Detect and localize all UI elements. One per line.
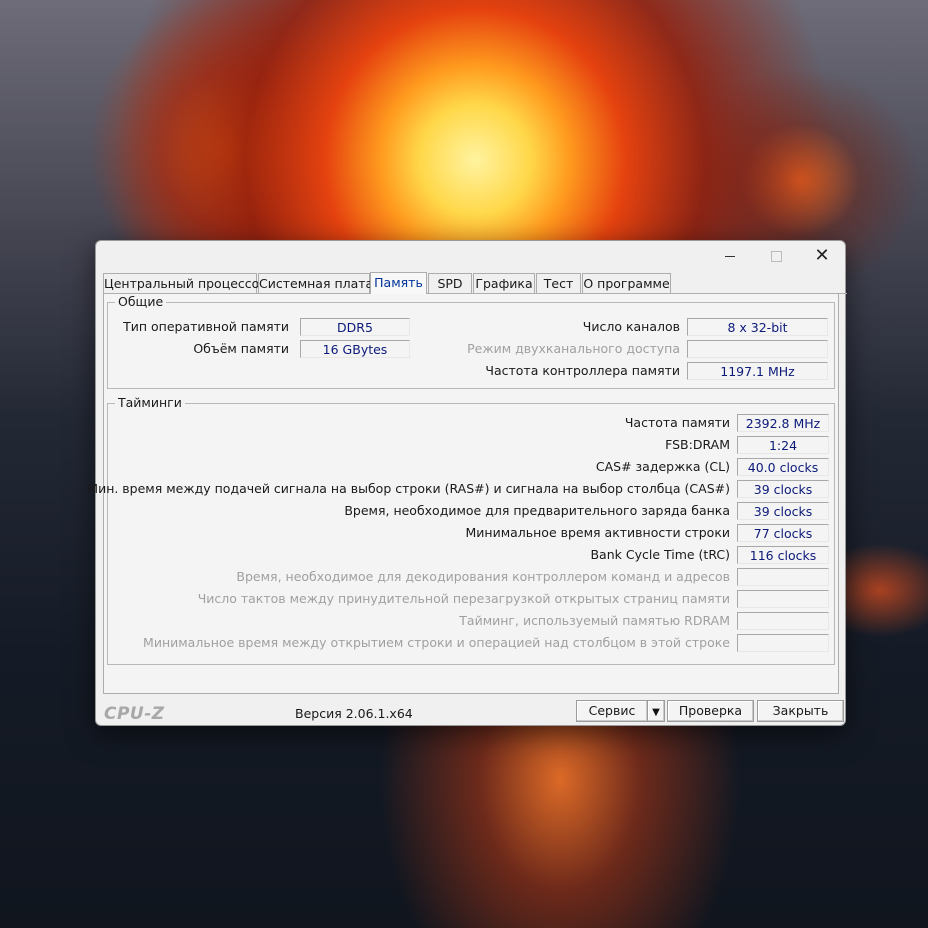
- timing-row-value: 116 clocks: [737, 546, 829, 564]
- controller-freq-label: Частота контроллера памяти: [485, 363, 680, 378]
- close-window-button[interactable]: ✕: [799, 241, 845, 271]
- timing-row-label: CAS# задержка (CL): [595, 459, 730, 474]
- chevron-down-icon: ▼: [652, 707, 660, 718]
- tab-spd[interactable]: SPD: [428, 273, 472, 293]
- mem-size-value: 16 GBytes: [300, 340, 410, 358]
- close-button[interactable]: Закрыть: [757, 700, 844, 722]
- mem-size-label: Объём памяти: [193, 341, 289, 356]
- mem-type-value: DDR5: [300, 318, 410, 336]
- timing-row-label: Время, необходимое для предварительного …: [344, 503, 730, 518]
- timing-row-label: Минимальное время активности строки: [465, 525, 730, 540]
- memory-panel: Общие Тип оперативной памяти DDR5 Объём …: [87, 294, 839, 694]
- timing-row-label: Время, необходимое для декодирования кон…: [236, 569, 730, 584]
- tab-bench[interactable]: Тест: [536, 273, 581, 293]
- footer-bar: CPU-Z Версия 2.06.1.x64 Сервис ▼ Проверк…: [96, 696, 847, 726]
- channels-label: Число каналов: [582, 319, 680, 334]
- validate-button[interactable]: Проверка: [667, 700, 754, 722]
- timing-row-label: Число тактов между принудительной переза…: [197, 591, 730, 606]
- timing-row-value: [737, 590, 829, 608]
- tab-graphics[interactable]: Графика: [473, 273, 535, 293]
- maximize-button[interactable]: [753, 241, 799, 271]
- controller-freq-value: 1197.1 MHz: [687, 362, 828, 380]
- timing-row-value: [737, 634, 829, 652]
- timing-row-label: Тайминг, используемый памятью RDRAM: [459, 613, 730, 628]
- timing-row-label: FSB:DRAM: [665, 437, 730, 452]
- timing-row-value: 39 clocks: [737, 480, 829, 498]
- general-group: Общие Тип оперативной памяти DDR5 Объём …: [107, 295, 835, 389]
- version-text: Версия 2.06.1.x64: [295, 706, 413, 721]
- timing-row-value: 40.0 clocks: [737, 458, 829, 476]
- timing-row-label: Минимальное время между открытием строки…: [143, 635, 730, 650]
- timing-row-label: Bank Cycle Time (tRC): [590, 547, 730, 562]
- minimize-icon: [725, 255, 735, 257]
- tab-about[interactable]: О программе: [582, 273, 671, 293]
- service-button[interactable]: Сервис: [576, 700, 648, 722]
- minimize-button[interactable]: [707, 241, 753, 271]
- timing-row-value: 2392.8 MHz: [737, 414, 829, 432]
- maximize-icon: [770, 250, 782, 262]
- mem-type-label: Тип оперативной памяти: [123, 319, 289, 334]
- tab-mainboard[interactable]: Системная плата: [258, 273, 373, 293]
- cpuz-window: ✕ Центральный процессор Системная плата …: [87, 240, 847, 726]
- close-icon: ✕: [814, 245, 830, 266]
- timing-row-value: 1:24: [737, 436, 829, 454]
- timing-row-value: 39 clocks: [737, 502, 829, 520]
- title-bar[interactable]: ✕: [96, 241, 845, 271]
- channels-value: 8 x 32-bit: [687, 318, 828, 336]
- timing-row-value: [737, 568, 829, 586]
- service-dropdown-button[interactable]: ▼: [647, 700, 665, 722]
- cpuz-logo: CPU-Z: [104, 704, 165, 724]
- timings-group: Тайминги Частота памяти 2392.8 MHz FSB:D…: [87, 396, 835, 665]
- tab-memory[interactable]: Память: [370, 272, 427, 294]
- timing-row-label: Мин. время между подачей сигнала на выбо…: [87, 481, 730, 496]
- timing-row-value: 77 clocks: [737, 524, 829, 542]
- dual-mode-label: Режим двухканального доступа: [467, 341, 680, 356]
- general-group-title: Общие: [115, 295, 167, 309]
- timing-row-label: Частота памяти: [624, 415, 730, 430]
- tab-cpu[interactable]: Центральный процессор: [103, 273, 267, 293]
- dual-mode-value: [687, 340, 828, 358]
- timing-row-value: [737, 612, 829, 630]
- timings-group-title: Тайминги: [115, 396, 185, 410]
